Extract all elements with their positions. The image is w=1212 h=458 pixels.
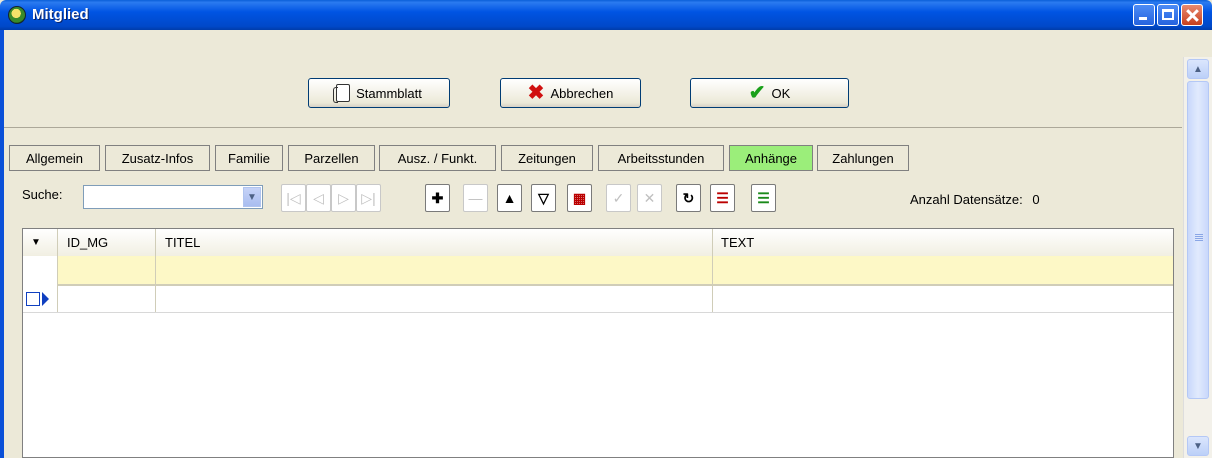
tab-anhaenge[interactable]: Anhänge xyxy=(729,145,813,171)
search-label: Suche: xyxy=(22,187,63,202)
record-count: Anzahl Datensätze: 0 xyxy=(910,192,1040,207)
attachments-grid[interactable]: ▼ ID_MG TITEL TEXT xyxy=(22,228,1174,458)
grid-header: ▼ ID_MG TITEL TEXT xyxy=(23,229,1173,257)
ok-button[interactable]: ✔ OK xyxy=(690,78,849,108)
column-header-text[interactable]: TEXT xyxy=(721,235,754,250)
sort-icon[interactable]: ▲ xyxy=(497,184,522,212)
column-menu-icon[interactable]: ▼ xyxy=(31,237,41,248)
cancel-edit-icon[interactable]: ✕ xyxy=(637,184,662,212)
filter-icon[interactable]: ▽ xyxy=(531,184,556,212)
table-row[interactable] xyxy=(23,286,1173,313)
list-insert-icon[interactable]: ☰ xyxy=(751,184,776,212)
delete-record-icon[interactable]: — xyxy=(463,184,488,212)
refresh-icon[interactable]: ↻ xyxy=(676,184,701,212)
app-logo-icon xyxy=(8,6,26,24)
record-count-value: 0 xyxy=(1032,192,1040,207)
last-record-icon[interactable]: ▷| xyxy=(356,184,381,212)
maximize-button[interactable] xyxy=(1157,4,1179,26)
column-header-id-mg[interactable]: ID_MG xyxy=(67,235,108,250)
column-divider xyxy=(155,229,156,312)
tab-parzellen[interactable]: Parzellen xyxy=(288,145,375,171)
cancel-x-icon: ✖ xyxy=(527,82,545,104)
tab-zusatz-infos[interactable]: Zusatz-Infos xyxy=(105,145,210,171)
current-row-pointer-icon xyxy=(42,292,49,306)
scroll-up-icon[interactable]: ▲ xyxy=(1187,59,1209,79)
scroll-down-icon[interactable]: ▼ xyxy=(1187,436,1209,456)
tab-familie[interactable]: Familie xyxy=(215,145,283,171)
export-grid-icon[interactable]: ▦ xyxy=(567,184,592,212)
cancel-button[interactable]: ✖ Abbrechen xyxy=(500,78,641,108)
post-icon[interactable]: ✓ xyxy=(606,184,631,212)
close-button[interactable] xyxy=(1181,4,1203,26)
window-title: Mitglied xyxy=(32,6,89,23)
record-count-label: Anzahl Datensätze: xyxy=(910,192,1023,207)
first-record-icon[interactable]: |◁ xyxy=(281,184,306,212)
stammblatt-button[interactable]: Stammblatt xyxy=(308,78,450,108)
minimize-button[interactable] xyxy=(1133,4,1155,26)
grid-filter-row[interactable] xyxy=(57,256,1173,286)
checkmark-icon: ✔ xyxy=(748,82,766,104)
chevron-down-icon[interactable]: ▼ xyxy=(243,187,261,207)
tab-zeitungen[interactable]: Zeitungen xyxy=(501,145,593,171)
tab-ausz-funkt[interactable]: Ausz. / Funkt. xyxy=(379,145,496,171)
prev-record-icon[interactable]: ◁ xyxy=(306,184,331,212)
tab-allgemein[interactable]: Allgemein xyxy=(9,145,100,171)
column-divider xyxy=(57,229,58,312)
tab-zahlungen[interactable]: Zahlungen xyxy=(817,145,909,171)
search-combobox[interactable] xyxy=(83,185,263,209)
new-row-checkbox-icon[interactable] xyxy=(26,292,40,306)
ok-label: OK xyxy=(771,85,791,101)
list-add-icon[interactable]: ☰ xyxy=(710,184,735,212)
column-divider xyxy=(712,229,713,312)
cancel-label: Abbrechen xyxy=(550,85,614,101)
grip-icon xyxy=(1195,234,1203,235)
vertical-scrollbar[interactable]: ▲ ▼ xyxy=(1183,57,1212,458)
add-record-icon[interactable]: ✚ xyxy=(425,184,450,212)
column-header-titel[interactable]: TITEL xyxy=(165,235,200,250)
window-titlebar[interactable]: Mitglied xyxy=(0,0,1212,30)
next-record-icon[interactable]: ▷ xyxy=(331,184,356,212)
tab-arbeitsstunden[interactable]: Arbeitsstunden xyxy=(598,145,724,171)
document-icon xyxy=(333,84,351,103)
scrollbar-thumb[interactable] xyxy=(1187,81,1209,399)
stammblatt-label: Stammblatt xyxy=(356,85,422,101)
